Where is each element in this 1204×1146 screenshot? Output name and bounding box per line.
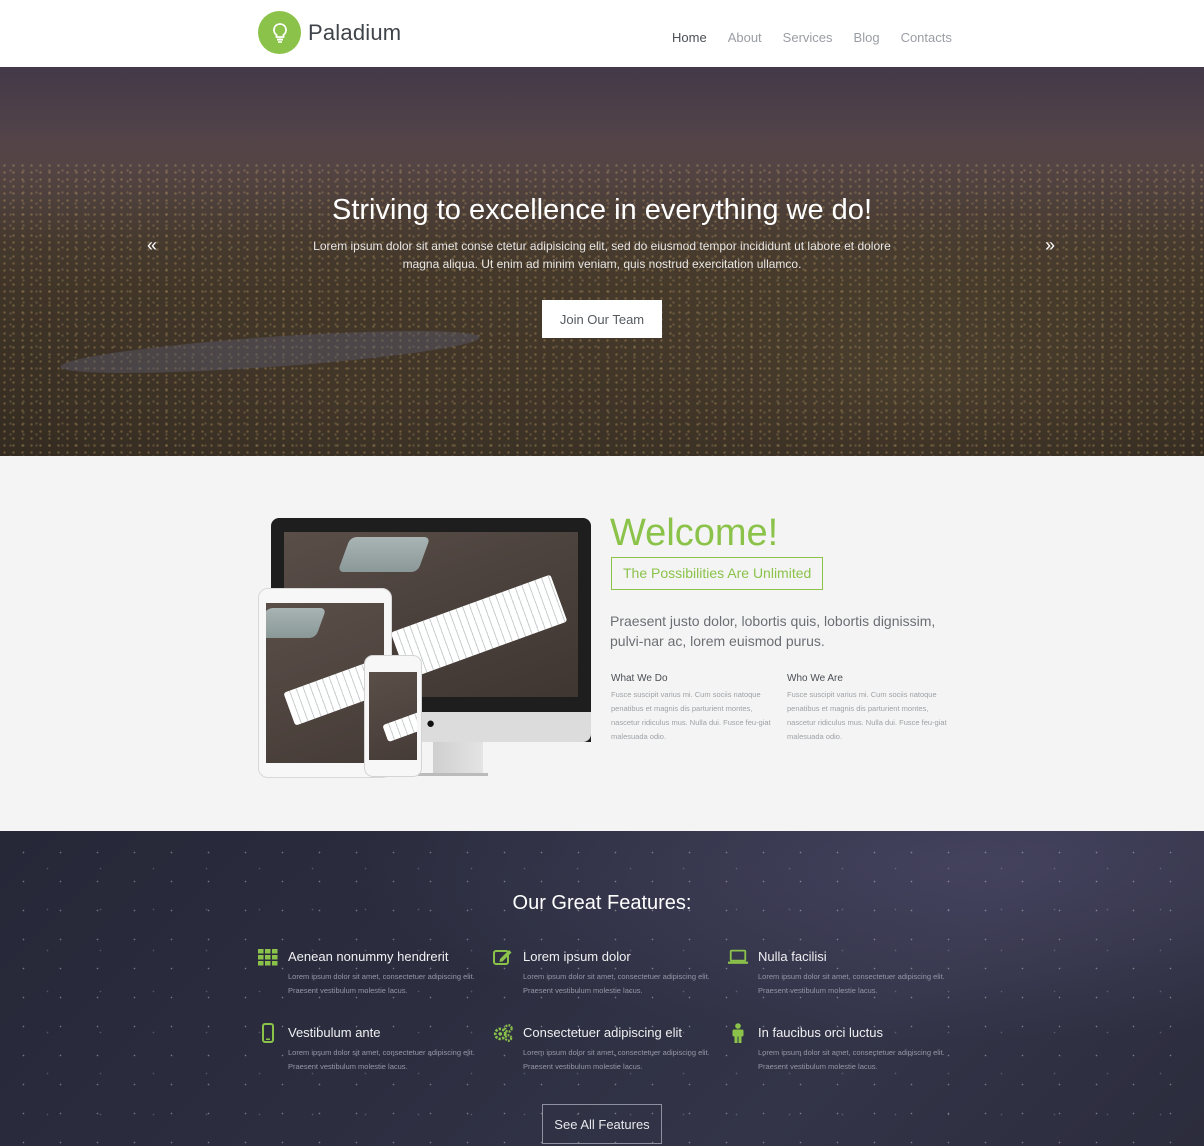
nav-contacts[interactable]: Contacts: [901, 30, 952, 45]
feature-text: Lorem ipsum dolor sit amet, consectetuer…: [288, 1048, 475, 1071]
hero-background-image: [59, 322, 481, 382]
lightbulb-icon: [258, 11, 301, 54]
edit-icon: [493, 947, 513, 967]
feature-title: Vestibulum ante: [288, 1025, 381, 1040]
join-our-team-button[interactable]: Join Our Team: [542, 300, 662, 338]
nav-blog[interactable]: Blog: [854, 30, 880, 45]
nav-home[interactable]: Home: [672, 30, 707, 45]
nav-about[interactable]: About: [728, 30, 762, 45]
column-title: What We Do: [611, 673, 668, 684]
feature-text: Lorem ipsum dolor sit amet, consectetuer…: [288, 972, 475, 995]
brand-name: Paladium: [308, 19, 402, 45]
column-title: Who We Are: [787, 673, 843, 684]
main-nav: Home About Services Blog Contacts: [672, 30, 973, 45]
hero-text: Lorem ipsum dolor sit amet conse ctetur …: [313, 239, 891, 271]
logo[interactable]: Paladium: [258, 11, 401, 54]
who-we-are-column: Who We Are Fusce suscipit varius mi. Cum…: [787, 673, 947, 744]
person-icon: [728, 1023, 748, 1043]
features-section: Our Great Features: Aenean nonummy hendr…: [0, 831, 1204, 1146]
gears-icon: [493, 1023, 513, 1043]
what-we-do-column: What We Do Fusce suscipit varius mi. Cum…: [611, 673, 771, 744]
feature-text: Lorem ipsum dolor sit amet, consectetuer…: [523, 972, 710, 995]
apple-logo-icon: ●: [426, 715, 436, 732]
feature-text: Lorem ipsum dolor sit amet, consectetuer…: [758, 1048, 945, 1071]
welcome-section: ● Welcome! The Possibilities Are Unlimit…: [0, 456, 1204, 831]
devices-mockup-image: ●: [258, 518, 593, 778]
hero-title: Striving to excellence in everything we …: [331, 194, 872, 226]
feature-text: Lorem ipsum dolor sit amet, consectetuer…: [523, 1048, 710, 1071]
column-text: Fusce suscipit varius mi. Cum sociis nat…: [787, 690, 947, 741]
welcome-title: Welcome!: [610, 512, 779, 554]
nav-services[interactable]: Services: [783, 30, 833, 45]
hero-slider: « » Striving to excellence in everything…: [0, 67, 1204, 456]
feature-title: Lorem ipsum dolor: [523, 949, 631, 964]
feature-title: Aenean nonummy hendrerit: [288, 949, 449, 964]
welcome-lead: Praesent justo dolor, lobortis quis, lob…: [610, 613, 936, 649]
column-text: Fusce suscipit varius mi. Cum sociis nat…: [611, 690, 771, 741]
grid-icon: [258, 947, 278, 967]
welcome-tagline: The Possibilities Are Unlimited: [611, 557, 824, 590]
feature-title: Consectetuer adipiscing elit: [523, 1025, 682, 1040]
feature-title: Nulla facilisi: [758, 949, 827, 964]
next-slide-icon[interactable]: »: [1045, 235, 1055, 256]
laptop-icon: [728, 947, 748, 967]
mobile-icon: [258, 1023, 278, 1043]
feature-title: In faucibus orci luctus: [758, 1025, 884, 1040]
iphone-mockup: [364, 655, 422, 777]
prev-slide-icon[interactable]: «: [147, 235, 157, 256]
features-title: Our Great Features:: [512, 892, 692, 914]
feature-text: Lorem ipsum dolor sit amet, consectetuer…: [758, 972, 945, 995]
see-all-features-button[interactable]: See All Features: [542, 1104, 662, 1144]
site-header: Paladium Home About Services Blog Contac…: [0, 0, 1204, 67]
